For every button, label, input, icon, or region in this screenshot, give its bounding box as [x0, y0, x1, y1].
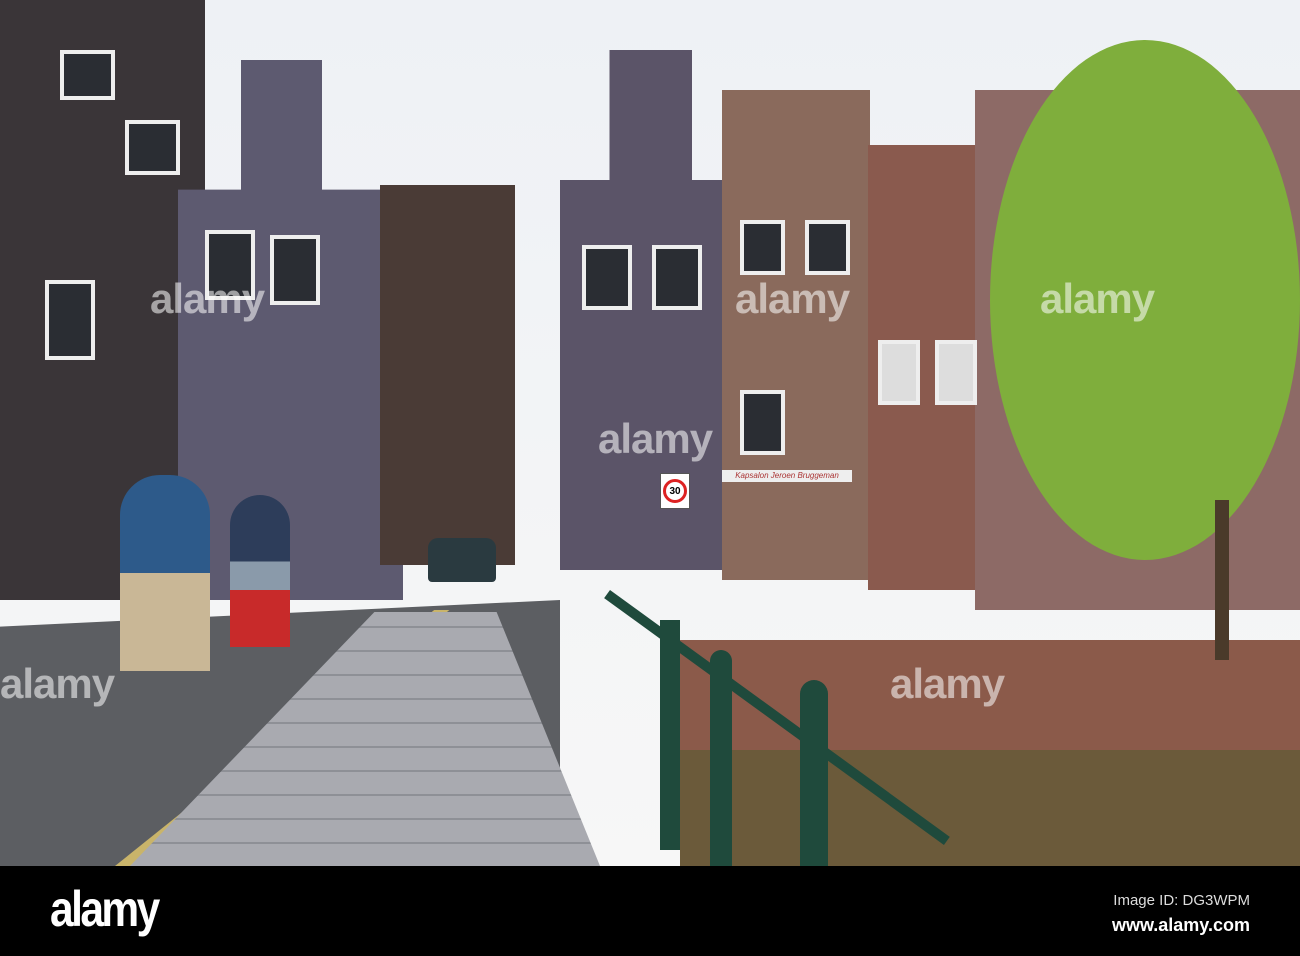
window	[60, 50, 115, 100]
alamy-logo: alamy	[50, 881, 160, 937]
image-id: Image ID: DG3WPM	[1113, 892, 1250, 909]
railing-post	[710, 650, 732, 866]
window	[125, 120, 180, 175]
window	[935, 340, 977, 405]
watermark: alamy	[598, 415, 713, 462]
railing-post	[660, 620, 680, 850]
watermark: alamy	[150, 275, 265, 322]
site-url: www.alamy.com	[1111, 915, 1250, 935]
watermark: alamy	[890, 660, 1005, 707]
speed-limit-value: 30	[663, 479, 687, 503]
speed-limit-sign: 30	[660, 473, 690, 509]
building-brown	[722, 90, 870, 580]
cyclist	[230, 495, 290, 685]
window	[652, 245, 702, 310]
canal-water	[680, 750, 1300, 866]
window	[45, 280, 95, 360]
parked-car	[428, 538, 496, 582]
watermark: alamy	[1040, 275, 1155, 322]
shop-sign: Kapsalon Jeroen Bruggeman	[722, 470, 852, 482]
watermark: alamy	[0, 660, 115, 707]
building-narrow-purple	[560, 50, 725, 570]
window	[582, 245, 632, 310]
building-row-street	[380, 185, 515, 565]
tree-trunk	[1215, 500, 1229, 660]
window	[270, 235, 320, 305]
railing-post	[800, 680, 828, 866]
building-purple	[178, 60, 403, 600]
photo: Kapsalon Jeroen Bruggeman 30 alamy alamy…	[0, 0, 1300, 866]
window	[740, 220, 785, 275]
window	[805, 220, 850, 275]
window	[878, 340, 920, 405]
window	[740, 390, 785, 455]
footer-bar	[0, 866, 1300, 956]
watermark: alamy	[735, 275, 850, 322]
cyclist	[120, 475, 210, 755]
